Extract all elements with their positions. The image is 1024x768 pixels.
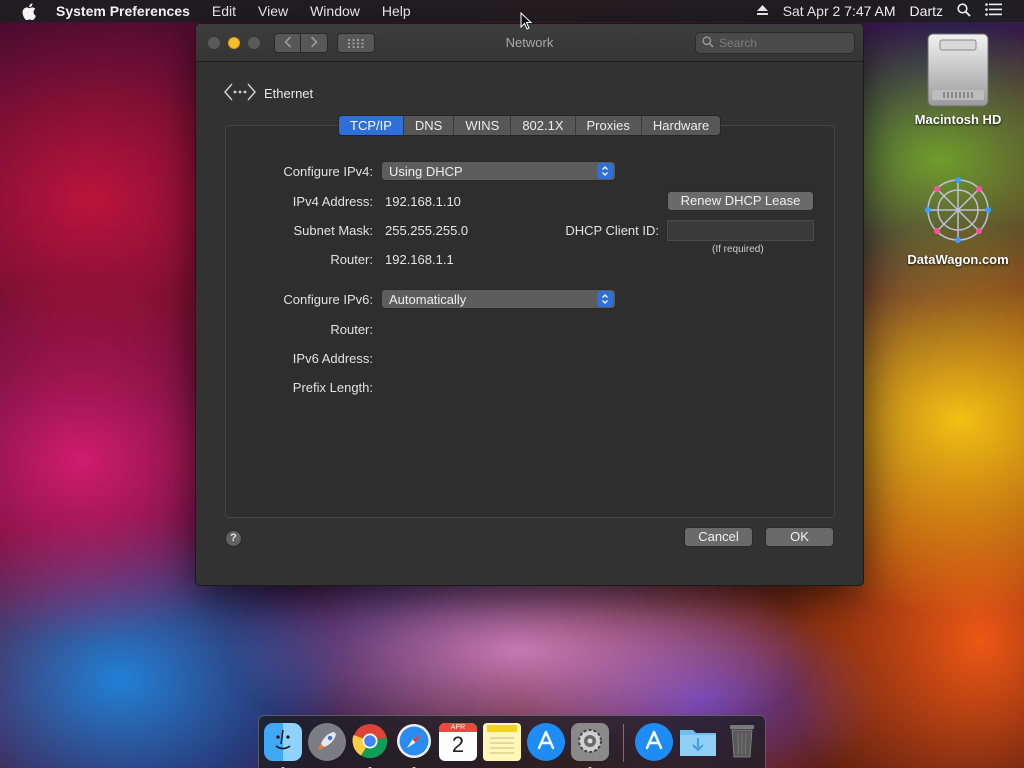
gear-icon [575, 726, 605, 759]
safari-compass-icon [396, 723, 432, 762]
dock-chrome[interactable] [351, 723, 389, 768]
interface-name: Ethernet [264, 86, 314, 101]
dock-downloads-folder[interactable] [679, 723, 717, 761]
ok-button[interactable]: OK [765, 527, 834, 547]
menu-app-name[interactable]: System Preferences [52, 0, 201, 22]
subnet-mask-value: 255.255.255.0 [385, 223, 469, 238]
dock-app-store[interactable] [527, 723, 565, 761]
tab-hardware[interactable]: Hardware [642, 116, 720, 135]
menu-bar: System Preferences Edit View Window Help… [0, 0, 1024, 22]
network-preferences-window: Network Ethernet TCP/IP DNS WINS 802.1X … [195, 23, 864, 586]
mouse-cursor-icon [520, 11, 533, 33]
spotlight-search-icon[interactable] [957, 2, 971, 20]
dock-trash[interactable] [723, 723, 761, 761]
search-field[interactable] [695, 32, 855, 54]
chrome-icon [352, 723, 388, 762]
desktop-icon-label: DataWagon.com [907, 252, 1009, 267]
menu-help[interactable]: Help [371, 0, 422, 22]
apple-menu-icon[interactable] [18, 0, 40, 22]
interface-header: Ethernet [224, 82, 313, 105]
tab-dns[interactable]: DNS [404, 116, 455, 135]
finder-icon [268, 726, 298, 759]
dock-safari[interactable] [395, 723, 433, 768]
ipv4-address-label: IPv4 Address: [292, 194, 373, 209]
configure-ipv6-label: Configure IPv6: [283, 292, 373, 307]
ethernet-icon [224, 82, 256, 105]
dhcp-client-id-label: DHCP Client ID: [565, 223, 659, 238]
notes-icon [487, 724, 517, 760]
configure-ipv4-value: Using DHCP [389, 163, 463, 179]
desktop-icon-datawagon[interactable]: DataWagon.com [903, 172, 1013, 267]
network-graphic-icon [920, 172, 996, 248]
notification-center-icon[interactable] [985, 3, 1002, 19]
help-button[interactable]: ? [225, 530, 242, 547]
cancel-button[interactable]: Cancel [684, 527, 753, 547]
settings-panel [225, 125, 835, 518]
dock-finder[interactable] [264, 723, 302, 768]
renew-dhcp-lease-button[interactable]: Renew DHCP Lease [667, 191, 814, 211]
tab-bar: TCP/IP DNS WINS 802.1X Proxies Hardware [338, 115, 722, 136]
dock-notes[interactable] [483, 723, 521, 761]
tab-tcpip[interactable]: TCP/IP [339, 116, 404, 135]
subnet-mask-label: Subnet Mask: [293, 223, 374, 238]
menu-clock[interactable]: Sat Apr 2 7:47 AM [783, 3, 896, 19]
trash-icon [728, 723, 756, 762]
app-store-icon [534, 729, 558, 756]
hard-drive-icon [922, 30, 994, 108]
dock-launchpad[interactable] [308, 723, 346, 761]
rocket-icon [314, 728, 340, 757]
dock-system-preferences[interactable] [571, 723, 609, 768]
downloads-folder-icon [679, 725, 717, 760]
router-value: 192.168.1.1 [385, 252, 454, 267]
desktop-icon-macintosh-hd[interactable]: Macintosh HD [903, 30, 1013, 127]
tab-8021x[interactable]: 802.1X [511, 116, 576, 135]
dock-calendar[interactable]: APR 2 [439, 723, 477, 761]
calendar-day: 2 [451, 732, 465, 757]
dock-app-store-installer[interactable] [635, 723, 673, 761]
eject-icon[interactable] [756, 3, 769, 19]
tab-wins[interactable]: WINS [454, 116, 512, 135]
if-required-note: (If required) [712, 244, 764, 255]
search-input[interactable] [719, 36, 849, 50]
router-label: Router: [330, 252, 373, 267]
tab-proxies[interactable]: Proxies [576, 116, 642, 135]
menu-user[interactable]: Dartz [910, 3, 943, 19]
calendar-month: APR [439, 723, 477, 732]
dock: APR 2 [258, 715, 766, 768]
prefix-length-label: Prefix Length: [292, 380, 373, 395]
configure-ipv6-value: Automatically [389, 291, 467, 307]
search-icon [702, 35, 714, 51]
menu-window[interactable]: Window [299, 0, 371, 22]
desktop-icon-label: Macintosh HD [914, 112, 1002, 127]
configure-ipv6-popup[interactable]: Automatically [381, 289, 616, 309]
app-store-icon [642, 729, 666, 756]
updown-chevron-icon [597, 291, 613, 307]
menu-view[interactable]: View [247, 0, 299, 22]
ipv6-router-label: Router: [330, 322, 373, 337]
ipv6-address-label: IPv6 Address: [292, 351, 373, 366]
dhcp-client-id-field[interactable] [667, 220, 814, 241]
menu-edit[interactable]: Edit [201, 0, 247, 22]
configure-ipv4-popup[interactable]: Using DHCP [381, 161, 616, 181]
dock-separator [623, 724, 624, 762]
updown-chevron-icon [597, 163, 613, 179]
configure-ipv4-label: Configure IPv4: [283, 164, 373, 179]
ipv4-address-value: 192.168.1.10 [385, 194, 461, 209]
